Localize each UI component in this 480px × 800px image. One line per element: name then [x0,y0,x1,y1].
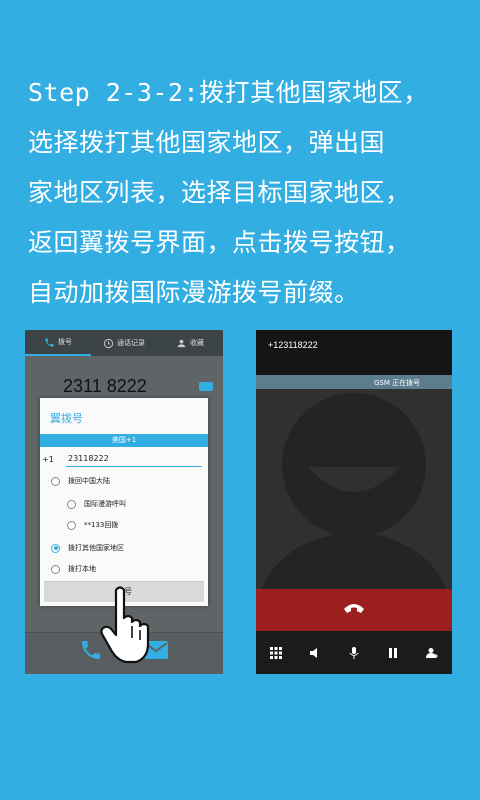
option-local[interactable]: 拨打本地 [51,564,96,574]
step-label: Step 2-3-2: [28,78,200,107]
contact-icon [177,339,186,347]
calling-number: +123118222 [268,340,318,350]
calling-screenshot: +123118222 GSM 正在拨号 [256,330,452,674]
status-label: 正在拨号 [392,379,421,387]
instruction-line-3: 家地区列表，选择目标国家地区， [28,178,411,207]
phone-icon [45,337,54,347]
add-call-icon[interactable] [425,646,439,660]
tab-dial-label: 拨号 [58,338,72,346]
instruction-text: Step 2-3-2:拨打其他国家地区， 选择拨打其他国家地区，弹出国 家地区列… [28,68,458,318]
instruction-line-1: Step 2-3-2:拨打其他国家地区， [28,78,429,107]
radio-button[interactable] [51,564,60,574]
hold-icon[interactable] [386,646,400,660]
dialog-title: 翼拨号 [50,412,83,425]
number-input[interactable]: 23118222 [66,452,202,467]
backspace-icon[interactable] [199,382,213,391]
option-call-back-china[interactable]: 拨回中国大陆 [51,476,110,486]
country-code: +1 [42,455,54,464]
radio-button[interactable] [51,476,60,486]
clock-icon [103,338,114,348]
mute-mic-icon[interactable] [347,646,361,660]
speaker-icon[interactable] [308,646,322,660]
dialpad-icon[interactable] [269,646,283,660]
call-controls [256,631,452,674]
radio-button-selected[interactable] [51,543,60,553]
contact-photo [256,389,452,674]
instruction-line-2: 选择拨打其他国家地区，弹出国 [28,128,386,157]
option-intl-roaming[interactable]: 国际漫游呼叫 [67,499,126,509]
dialed-number: 2311 8222 [63,376,147,396]
option-label: 国际漫游呼叫 [84,500,126,508]
call-status-text: GSM 正在拨号 [374,378,420,388]
network-label: GSM [374,379,390,387]
radio-button[interactable] [67,520,76,530]
end-call-icon[interactable] [342,601,366,615]
pointing-hand-icon [100,586,150,664]
dialer-tab-bar: 拨号 通话记录 收藏 [25,330,223,356]
avatar-placeholder-icon [258,393,450,674]
tab-favorites[interactable]: 收藏 [157,330,223,356]
tab-call-log-label: 通话记录 [117,339,145,347]
option-label: 拨打其他国家地区 [68,544,124,552]
call-status-bar [256,375,452,389]
tab-call-log[interactable]: 通话记录 [91,330,157,356]
option-label: **133回拨 [84,521,119,529]
tab-dial[interactable]: 拨号 [25,330,91,356]
radio-button[interactable] [67,499,76,509]
option-133-callback[interactable]: **133回拨 [67,520,118,530]
option-label: 拨回中国大陆 [68,477,110,485]
tab-favorites-label: 收藏 [190,339,204,347]
yi-dial-dialog: 翼拨号 美国+1 +1 23118222 拨回中国大陆 国际漫游呼叫 **133… [40,398,208,606]
option-other-country[interactable]: 拨打其他国家地区 [51,543,124,553]
country-selector[interactable]: 美国+1 [40,434,208,447]
instruction-line-5: 自动加拨国际漫游拨号前缀。 [28,278,360,307]
instruction-line-4: 返回翼拨号界面，点击拨号按钮， [28,228,411,257]
option-label: 拨打本地 [68,565,96,573]
